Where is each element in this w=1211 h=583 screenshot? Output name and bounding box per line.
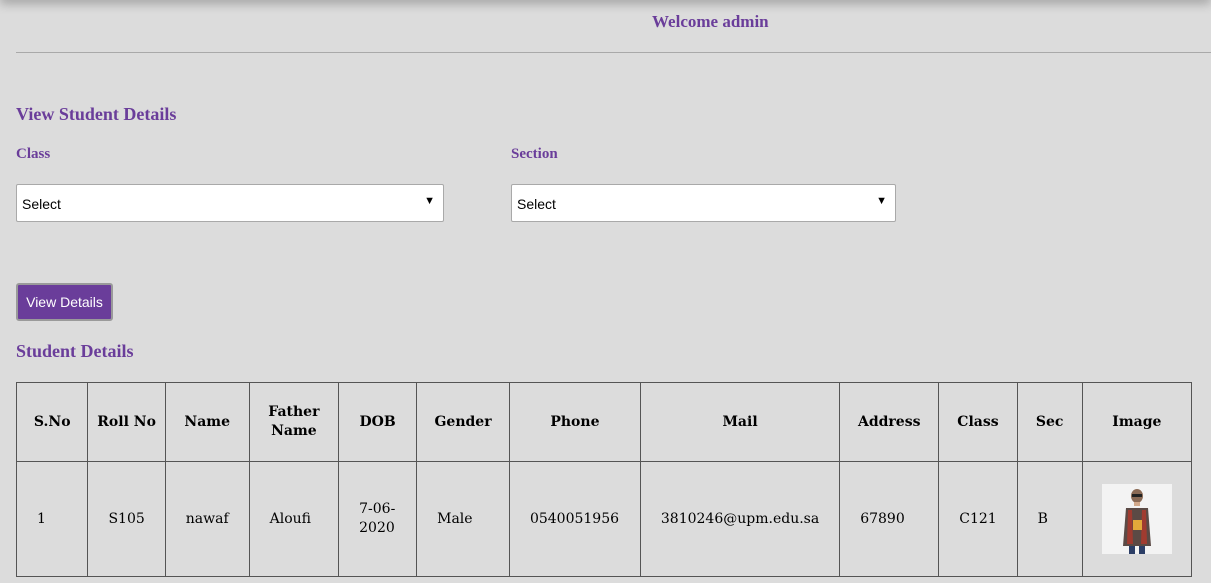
view-details-title: View Student Details	[16, 104, 177, 124]
column-header-name: Name	[164, 382, 250, 462]
column-header-address: Address	[839, 382, 940, 462]
column-header-father-name: Father Name	[248, 382, 340, 462]
cell-gender: Male	[416, 461, 510, 577]
cell-mail: 3810246@upm.edu.sa	[639, 461, 841, 577]
column-header-sno: S.No	[15, 382, 89, 462]
student-photo	[1101, 484, 1172, 554]
column-header-image: Image	[1081, 382, 1193, 462]
column-header-mail: Mail	[639, 382, 841, 462]
cell-name: nawaf	[164, 461, 250, 577]
class-label: Class	[16, 146, 51, 162]
cell-roll-no: S105	[87, 461, 166, 577]
class-select[interactable]: Select ▼	[16, 184, 444, 222]
cell-father-name: Aloufi	[248, 461, 340, 577]
column-header-dob: DOB	[338, 382, 418, 462]
chevron-down-icon: ▼	[876, 195, 887, 207]
column-header-phone: Phone	[508, 382, 641, 462]
view-details-button[interactable]: View Details	[16, 283, 113, 321]
section-label: Section	[511, 146, 558, 162]
student-table: S.No Roll No Name Father Name DOB Gender…	[15, 382, 1193, 577]
section-select-value: Select	[517, 196, 556, 212]
cell-dob-text: 7-06-2020	[359, 501, 396, 536]
cell-dob: 7-06-2020	[338, 461, 418, 577]
cell-sec: B	[1016, 461, 1083, 577]
table-row: 1 S105 nawaf Aloufi 7-06-2020 Male 05400…	[15, 461, 1193, 577]
cell-address: 67890	[839, 461, 940, 577]
column-header-gender: Gender	[416, 382, 510, 462]
chevron-down-icon: ▼	[424, 195, 435, 207]
column-header-class: Class	[938, 382, 1018, 462]
table-header-row: S.No Roll No Name Father Name DOB Gender…	[15, 382, 1193, 462]
section-select[interactable]: Select ▼	[511, 184, 896, 222]
student-details-title: Student Details	[16, 341, 134, 361]
cell-image	[1081, 461, 1193, 577]
welcome-text: Welcome admin	[652, 12, 769, 31]
cell-sno: 1	[15, 461, 89, 577]
column-header-roll-no: Roll No	[87, 382, 166, 462]
class-select-value: Select	[22, 196, 61, 212]
cell-phone: 0540051956	[508, 461, 641, 577]
column-header-sec: Sec	[1016, 382, 1083, 462]
cell-class: C121	[938, 461, 1018, 577]
divider	[16, 52, 1211, 53]
